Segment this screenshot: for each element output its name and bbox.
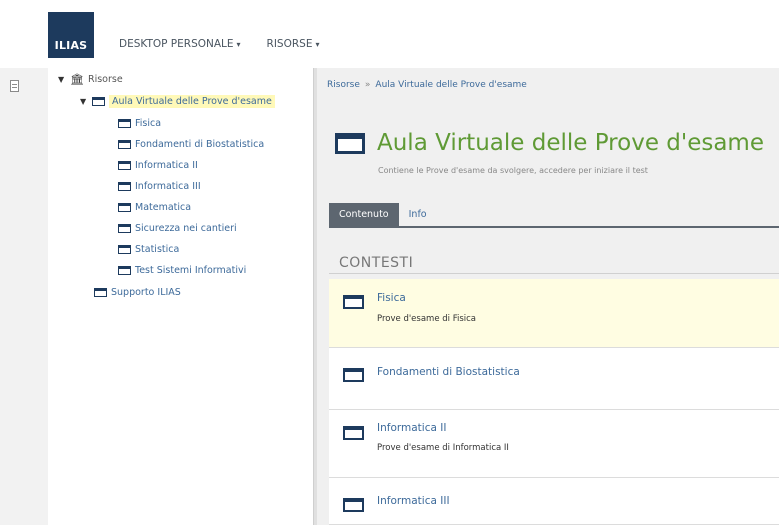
tree-label: Informatica III [135,181,201,192]
top-bar: ILIAS DESKTOP PERSONALE ▾ RISORSE ▾ [0,0,779,68]
tab-underline [329,226,779,228]
folder-icon [343,498,364,512]
tab-bar: Contenuto Info [329,203,437,226]
breadcrumb: Risorse » Aula Virtuale delle Prove d'esam… [327,80,527,90]
item-title[interactable]: Informatica III [377,495,450,507]
item-title[interactable]: Informatica II [377,422,446,434]
tree-item-informatica-iii[interactable]: Informatica III [118,181,201,192]
tree-label: Fondamenti di Biostatistica [135,139,265,150]
list-item[interactable]: Informatica II Prove d'esame di Informat… [329,410,779,478]
tree-label: Statistica [135,244,180,255]
tab-info[interactable]: Info [399,203,437,226]
breadcrumb-separator: » [364,80,371,90]
tab-contenuto[interactable]: Contenuto [329,203,399,226]
tree-label: Matematica [135,202,192,213]
tree-item-biostatistica[interactable]: Fondamenti di Biostatistica [118,139,264,150]
folder-icon [343,426,364,440]
folder-icon [335,132,365,154]
nav-risorse[interactable]: RISORSE ▾ [267,38,320,50]
chevron-down-icon: ▾ [236,40,241,49]
tree-item-supporto[interactable]: Supporto ILIAS [94,287,181,298]
page-title: Aula Virtuale delle Prove d'esame [377,130,764,156]
ilias-logo[interactable]: ILIAS [48,12,94,58]
folder-icon [118,266,131,275]
tree-label: Test Sistemi Informativi [135,265,247,276]
tree-label: Supporto ILIAS [111,287,181,298]
folder-icon [118,224,131,233]
chevron-down-icon: ▾ [315,40,320,49]
folder-icon [118,140,131,149]
folder-icon [118,203,131,212]
list-item[interactable]: Fondamenti di Biostatistica [329,348,779,410]
folder-icon [92,97,105,106]
left-strip [0,68,49,525]
tree-label: Fisica [135,118,162,129]
folder-icon [343,368,364,382]
main-content: Risorse » Aula Virtuale delle Prove d'esam… [317,68,779,525]
folder-icon [118,182,131,191]
folder-icon [118,245,131,254]
top-nav: DESKTOP PERSONALE ▾ RISORSE ▾ [119,38,319,50]
tree-node-aula-virtuale[interactable]: ▼ Aula Virtuale delle Prove d'esame [80,95,275,108]
expanded-toggle-icon[interactable]: ▼ [58,75,70,84]
folder-icon [118,161,131,170]
item-title[interactable]: Fondamenti di Biostatistica [377,366,520,378]
item-subtitle: Prove d'esame di Fisica [377,314,477,324]
divider [329,273,779,274]
tree-item-statistica[interactable]: Statistica [118,244,179,255]
section-title: CONTESTI [339,255,414,271]
list-item[interactable]: Informatica III [329,478,779,525]
tree-node-root[interactable]: ▼ 🏛 Risorse [58,72,123,86]
tree-panel: ▼ 🏛 Risorse ▼ Aula Virtuale delle Prove … [48,68,313,525]
tree-label: Sicurezza nei cantieri [135,223,237,234]
folder-icon [118,119,131,128]
document-icon[interactable] [10,80,19,92]
list-item[interactable]: Fisica Prove d'esame di Fisica [329,279,779,348]
nav-desktop-personale[interactable]: DESKTOP PERSONALE ▾ [119,38,241,50]
tree-item-test-sistemi[interactable]: Test Sistemi Informativi [118,265,246,276]
page-header: Aula Virtuale delle Prove d'esame [335,130,764,156]
item-subtitle: Prove d'esame di Informatica II [377,443,509,453]
breadcrumb-item[interactable]: Aula Virtuale delle Prove d'esame [375,80,526,90]
tree-item-sicurezza[interactable]: Sicurezza nei cantieri [118,223,237,234]
nav-risorse-label: RISORSE [266,38,313,50]
repository-icon: 🏛 [70,72,84,86]
tree-label-root: Risorse [87,74,123,85]
folder-icon [343,295,364,309]
folder-icon [94,288,107,297]
tree-label-selected: Aula Virtuale delle Prove d'esame [109,95,275,108]
page-description: Contiene le Prove d'esame da svolgere, a… [378,166,648,175]
tree-item-fisica[interactable]: Fisica [118,118,161,129]
tree-label: Informatica II [135,160,198,171]
expanded-toggle-icon[interactable]: ▼ [80,97,92,106]
nav-desktop-label: DESKTOP PERSONALE [119,38,234,50]
tree-item-informatica-ii[interactable]: Informatica II [118,160,198,171]
tree-item-matematica[interactable]: Matematica [118,202,191,213]
item-title[interactable]: Fisica [377,292,406,304]
breadcrumb-item[interactable]: Risorse [327,80,360,90]
